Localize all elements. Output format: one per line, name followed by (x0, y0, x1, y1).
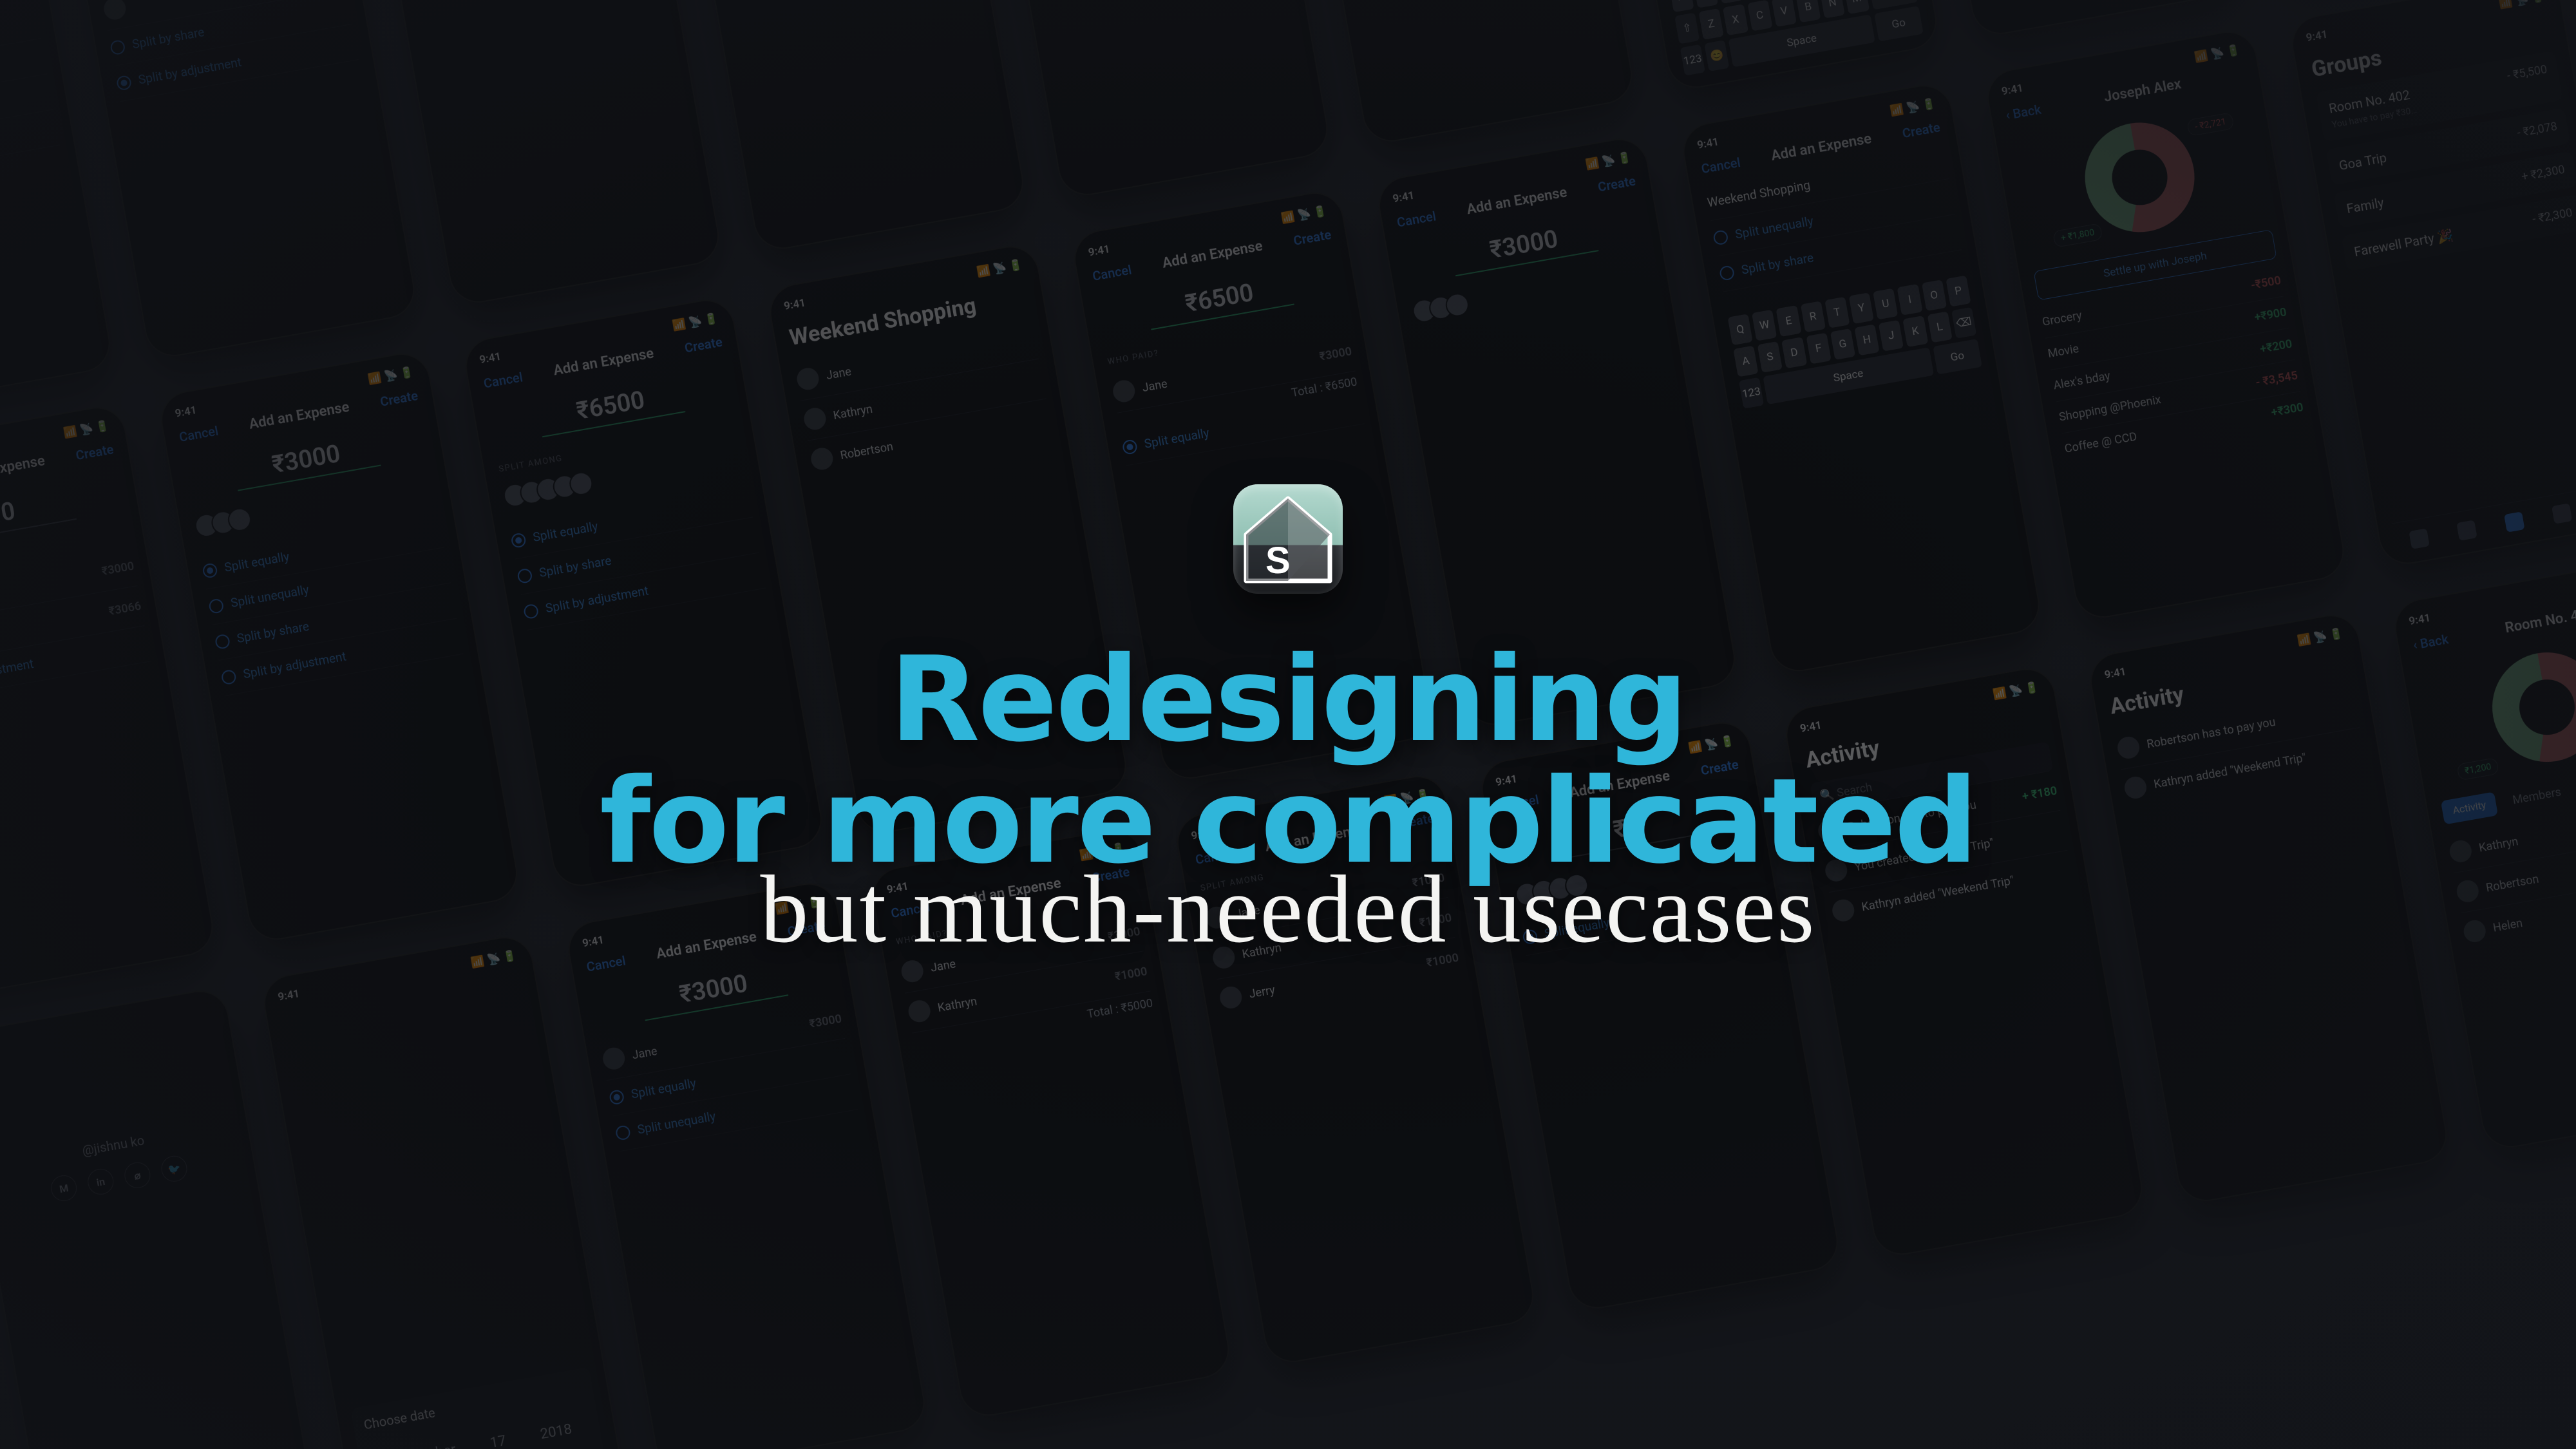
svg-text:S: S (1265, 540, 1291, 582)
hero-content: S Redesigning for more complicated but m… (0, 0, 2576, 1449)
headline-script: but much-needed usecases (760, 854, 1815, 965)
headline-line-1: Redesigning (889, 639, 1686, 761)
app-icon: S (1233, 484, 1343, 594)
house-icon: S (1233, 484, 1343, 594)
